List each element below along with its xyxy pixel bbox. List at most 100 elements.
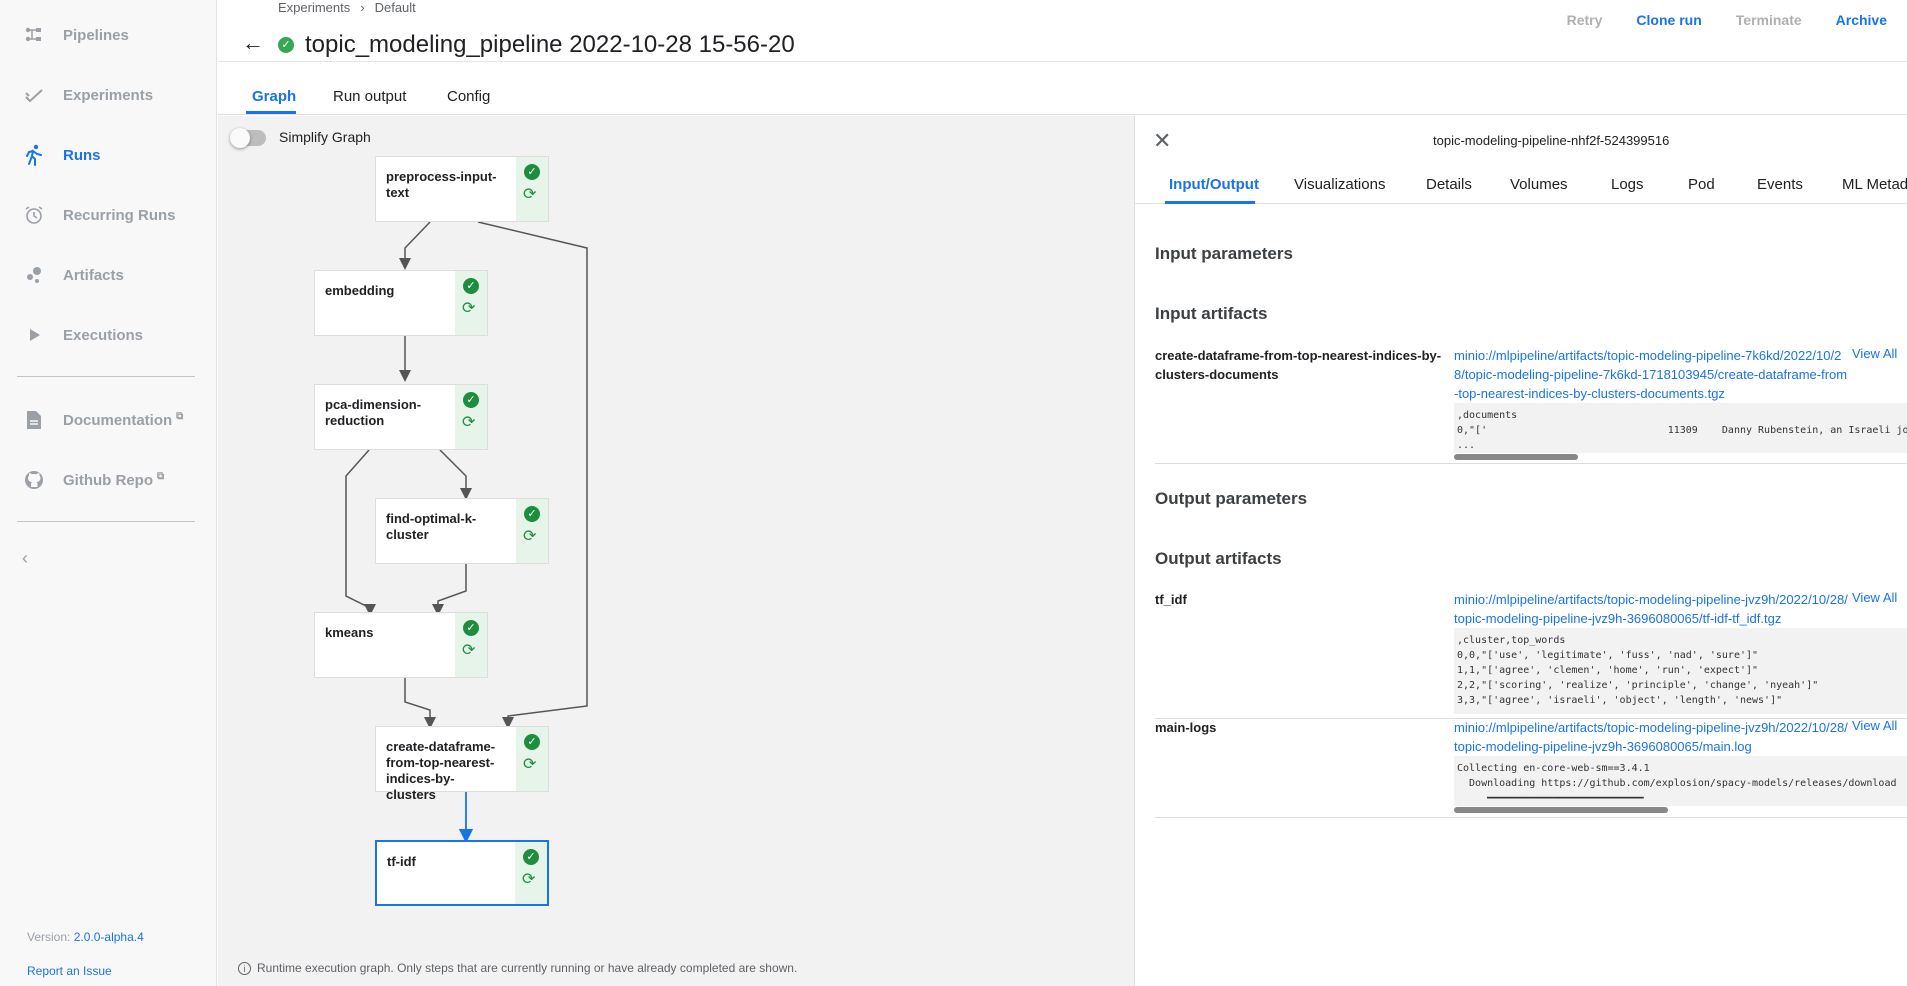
tab-ml-metadata[interactable]: ML Metad <box>1842 176 1907 193</box>
github-icon <box>22 468 46 492</box>
version-link[interactable]: 2.0.0-alpha.4 <box>74 930 144 944</box>
tab-visualizations[interactable]: Visualizations <box>1294 176 1385 193</box>
retry-button[interactable]: Retry <box>1567 12 1603 28</box>
sidebar-item-label: Recurring Runs <box>63 206 176 224</box>
node-label: create-dataframe-from-top-nearest-indice… <box>386 739 496 802</box>
node-label: embedding <box>325 283 395 298</box>
node-status-strip: ✓ ⟳ <box>455 613 487 677</box>
sidebar-item-label-wrap: Github Repo ⧉ <box>63 471 164 489</box>
back-arrow-icon[interactable]: ← <box>242 30 264 56</box>
view-all-link[interactable]: View All <box>1852 346 1897 361</box>
sidebar-item-label: Documentation <box>63 412 173 429</box>
sidebar-item-artifacts[interactable]: Artifacts <box>0 251 217 299</box>
check-circle-icon: ✓ <box>523 849 539 865</box>
graph-node-tf-idf[interactable]: tf-idf ✓ ⟳ <box>375 840 549 906</box>
archive-button[interactable]: Archive <box>1836 12 1887 28</box>
sidebar-item-experiments[interactable]: Experiments <box>0 71 217 119</box>
node-status-strip: ✓ ⟳ <box>455 271 487 335</box>
collapse-sidebar-icon[interactable]: ‹ <box>22 548 28 569</box>
tab-indicator <box>246 111 296 114</box>
page-title: topic_modeling_pipeline 2022-10-28 15-56… <box>305 31 795 58</box>
tab-indicator <box>1165 201 1255 204</box>
divider <box>1155 817 1907 818</box>
graph-footnote: i Runtime execution graph. Only steps tha… <box>238 961 797 975</box>
sidebar-item-label: Runs <box>63 146 101 164</box>
breadcrumb-default[interactable]: Default <box>375 0 416 15</box>
cached-icon: ⟳ <box>523 528 537 545</box>
graph-node-embedding[interactable]: embedding ✓ ⟳ <box>314 270 488 336</box>
external-link-icon: ⧉ <box>157 471 165 482</box>
tab-config[interactable]: Config <box>447 88 490 105</box>
sidebar-item-pipelines[interactable]: Pipelines <box>0 11 217 59</box>
artifacts-icon <box>22 263 46 287</box>
sidebar-item-recurring-runs[interactable]: Recurring Runs <box>0 191 217 239</box>
tab-logs[interactable]: Logs <box>1611 176 1644 193</box>
graph-node-pca-dimension-reduction[interactable]: pca-dimension-reduction ✓ ⟳ <box>314 384 488 450</box>
check-circle-icon: ✓ <box>463 278 479 294</box>
pipelines-icon <box>22 23 46 47</box>
edge <box>404 678 436 729</box>
panel-tabs: Input/Output Visualizations Details Volu… <box>1135 166 1907 204</box>
node-status-strip: ✓ ⟳ <box>516 499 548 563</box>
node-status-strip: ✓ ⟳ <box>515 842 547 904</box>
check-circle-icon: ✓ <box>463 392 479 408</box>
cached-icon: ⟳ <box>462 642 476 659</box>
node-label: preprocess-input-text <box>386 169 497 200</box>
external-link-icon: ⧉ <box>176 411 184 422</box>
node-status-strip: ✓ ⟳ <box>516 157 548 221</box>
sidebar-item-runs[interactable]: Runs <box>0 131 217 179</box>
footnote-text: Runtime execution graph. Only steps that… <box>257 961 798 975</box>
report-issue-link[interactable]: Report an Issue <box>27 964 112 978</box>
sidebar-item-label-wrap: Documentation ⧉ <box>63 411 183 429</box>
graph-node-create-dataframe[interactable]: create-dataframe-from-top-nearest-indice… <box>375 726 549 802</box>
sidebar-item-label: Artifacts <box>63 266 124 284</box>
horizontal-scrollbar[interactable] <box>1454 454 1578 460</box>
check-circle-icon: ✓ <box>524 506 540 522</box>
artifact-link[interactable]: minio://mlpipeline/artifacts/topic-model… <box>1454 590 1849 628</box>
edge <box>439 449 472 500</box>
clone-run-button[interactable]: Clone run <box>1636 12 1701 28</box>
close-icon[interactable]: ✕ <box>1153 128 1171 154</box>
input-parameters-heading: Input parameters <box>1155 244 1293 263</box>
artifact-link[interactable]: minio://mlpipeline/artifacts/topic-model… <box>1454 718 1849 756</box>
experiments-icon <box>22 83 46 107</box>
edge <box>345 449 376 616</box>
sidebar-item-label: Pipelines <box>63 26 129 44</box>
cached-icon: ⟳ <box>522 871 536 888</box>
cached-icon: ⟳ <box>523 756 537 773</box>
check-circle-icon: ✓ <box>524 164 540 180</box>
sidebar-item-executions[interactable]: Executions <box>0 311 217 359</box>
run-actions: Retry Clone run Terminate Archive <box>1567 12 1887 28</box>
output-parameters-heading: Output parameters <box>1155 489 1308 508</box>
terminate-button[interactable]: Terminate <box>1736 12 1802 28</box>
input-artifacts-heading: Input artifacts <box>1155 304 1268 323</box>
version-info: Version: 2.0.0-alpha.4 <box>27 930 144 944</box>
cached-icon: ⟳ <box>523 186 537 203</box>
runtime-graph: Simplify Graph preprocess-input-text ✓ ⟳ … <box>218 116 1134 986</box>
sidebar-item-label: Github Repo <box>63 472 153 489</box>
sidebar-item-documentation[interactable]: Documentation ⧉ <box>0 396 217 444</box>
edge <box>399 221 431 270</box>
tab-run-output[interactable]: Run output <box>333 88 406 105</box>
divider <box>1155 463 1907 464</box>
tab-events[interactable]: Events <box>1757 176 1803 193</box>
artifact-name: create-dataframe-from-top-nearest-indice… <box>1155 348 1442 382</box>
breadcrumb-experiments[interactable]: Experiments <box>278 0 350 15</box>
view-all-link[interactable]: View All <box>1852 718 1897 733</box>
graph-node-preprocess-input-text[interactable]: preprocess-input-text ✓ ⟳ <box>375 156 549 222</box>
graph-node-kmeans[interactable]: kmeans ✓ ⟳ <box>314 612 488 678</box>
sidebar-item-github-repo[interactable]: Github Repo ⧉ <box>0 456 217 504</box>
tab-volumes[interactable]: Volumes <box>1510 176 1568 193</box>
pod-name: topic-modeling-pipeline-nhf2f-524399516 <box>1433 133 1670 148</box>
horizontal-scrollbar[interactable] <box>1454 807 1668 813</box>
tab-details[interactable]: Details <box>1426 176 1472 193</box>
graph-node-find-optimal-k-cluster[interactable]: find-optimal-k-cluster ✓ ⟳ <box>375 498 549 564</box>
tab-graph[interactable]: Graph <box>252 88 296 105</box>
node-label: kmeans <box>325 625 374 640</box>
artifact-preview: ,documents 0,"[' 11309 Danny Rubenstein,… <box>1454 403 1907 453</box>
tab-pod[interactable]: Pod <box>1688 176 1715 193</box>
tab-input-output[interactable]: Input/Output <box>1169 176 1259 193</box>
artifact-link[interactable]: minio://mlpipeline/artifacts/topic-model… <box>1454 346 1849 403</box>
view-all-link[interactable]: View All <box>1852 590 1897 605</box>
node-details-panel: ✕ topic-modeling-pipeline-nhf2f-52439951… <box>1134 116 1907 986</box>
